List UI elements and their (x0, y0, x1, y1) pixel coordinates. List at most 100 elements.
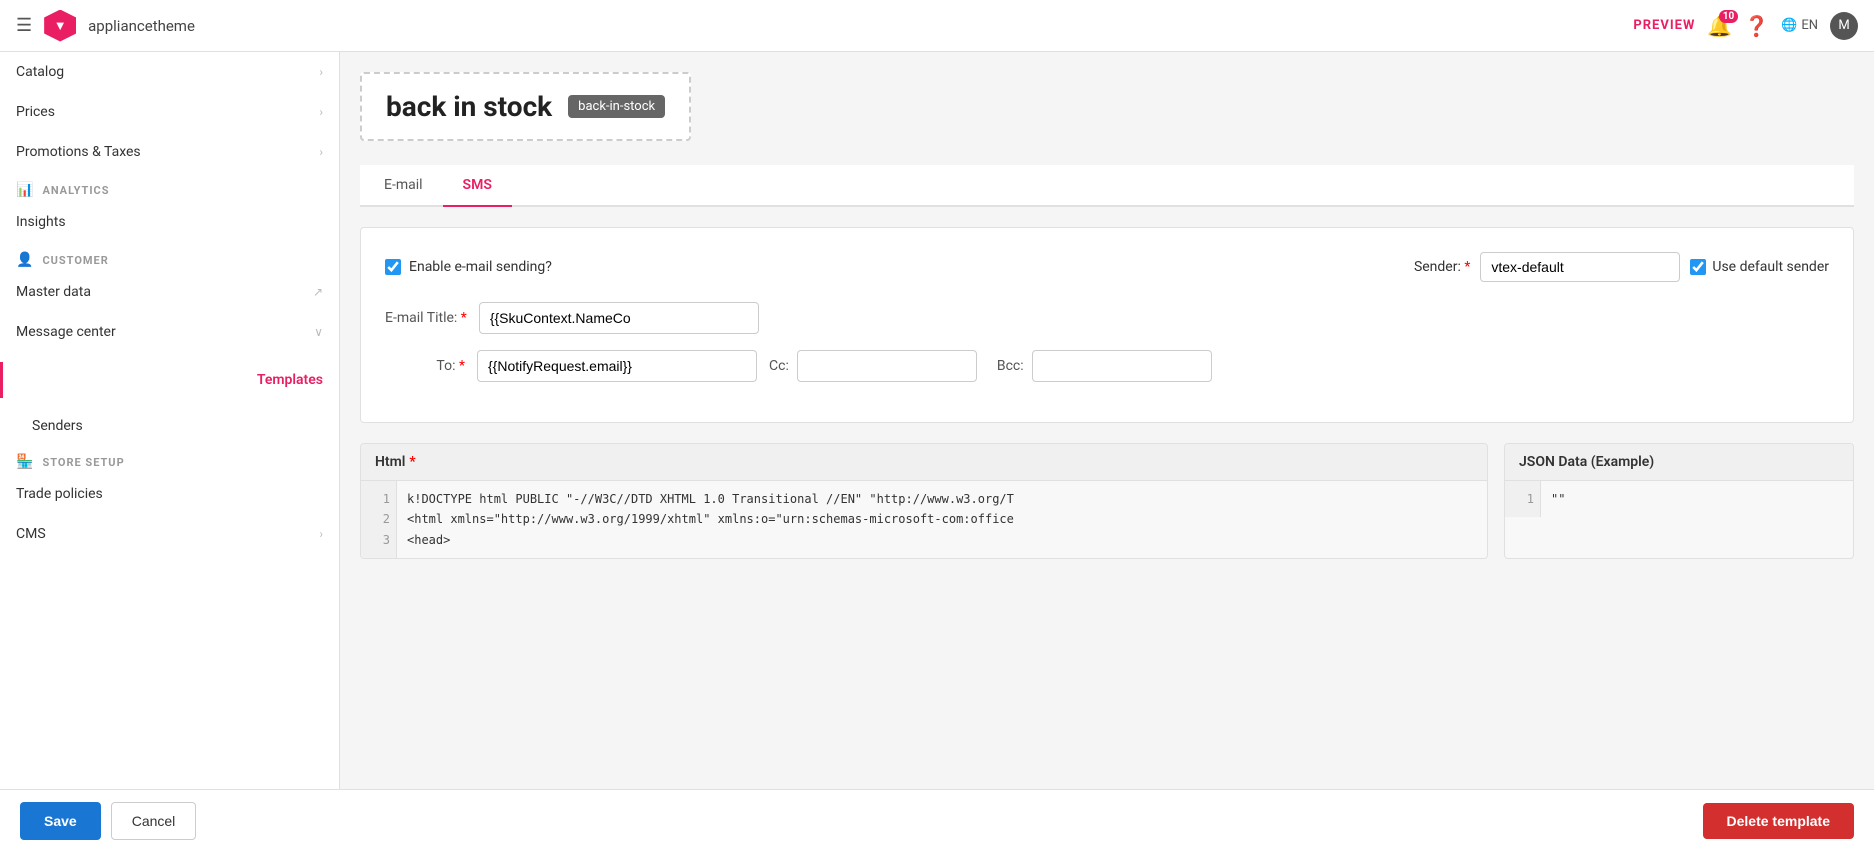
enable-email-checkbox[interactable] (385, 259, 401, 275)
sidebar-item-trade-policies[interactable]: Trade policies (0, 474, 339, 514)
to-label: To: * (385, 358, 465, 374)
code-line-2: <html xmlns="http://www.w3.org/1999/xhtm… (407, 509, 1014, 529)
enable-email-label: Enable e-mail sending? (409, 259, 552, 275)
use-default-label: Use default sender (1712, 259, 1829, 275)
sidebar-item-catalog[interactable]: Catalog › (0, 52, 339, 92)
bottom-left-actions: Save Cancel (20, 802, 196, 840)
customer-section: 👤 CUSTOMER (0, 242, 339, 272)
main-content: back in stock back-in-stock E-mail SMS E… (340, 52, 1874, 789)
logo-icon: ▼ (44, 10, 76, 42)
chevron-right-icon: › (319, 145, 323, 159)
bcc-group: Bcc: (997, 350, 1212, 382)
external-link-icon: ↗ (313, 285, 323, 299)
chevron-right-icon: › (319, 105, 323, 119)
customer-label: CUSTOMER (42, 254, 108, 267)
sender-required: * (1464, 259, 1470, 275)
store-icon: 🏪 (16, 454, 34, 470)
analytics-section: 📊 ANALYTICS (0, 172, 339, 202)
sidebar-label-templates: Templates (257, 372, 323, 388)
sender-select[interactable]: vtex-default (1480, 252, 1680, 282)
channel-tabs: E-mail SMS (360, 165, 1854, 207)
language-selector[interactable]: 🌐 EN (1781, 18, 1818, 33)
sidebar-item-insights[interactable]: Insights (0, 202, 339, 242)
bar-chart-icon: 📊 (16, 182, 34, 198)
json-content[interactable]: "" (1541, 481, 1575, 517)
sidebar-item-master-data[interactable]: Master data ↗ (0, 272, 339, 312)
preview-button[interactable]: PREVIEW (1633, 18, 1695, 33)
sidebar-label-message-center: Message center (16, 324, 116, 340)
template-badge: back-in-stock (568, 95, 665, 118)
sidebar-item-cms[interactable]: CMS › (0, 514, 339, 554)
chevron-right-icon: › (319, 65, 323, 79)
cc-group: Cc: (769, 350, 977, 382)
sidebar-item-promotions-taxes[interactable]: Promotions & Taxes › (0, 132, 339, 172)
code-line-1: k!DOCTYPE html PUBLIC "-//W3C//DTD XHTML… (407, 489, 1014, 509)
delete-template-button[interactable]: Delete template (1703, 803, 1854, 839)
use-default-checkbox-label[interactable]: Use default sender (1690, 259, 1829, 275)
sender-group: Sender: * vtex-default Use default sende… (1414, 252, 1829, 282)
enable-email-checkbox-label[interactable]: Enable e-mail sending? (385, 259, 552, 275)
sidebar-label-catalog: Catalog (16, 64, 64, 80)
html-content[interactable]: k!DOCTYPE html PUBLIC "-//W3C//DTD XHTML… (397, 481, 1024, 558)
email-title-input[interactable] (479, 302, 759, 334)
sidebar-label-cms: CMS (16, 526, 46, 542)
json-panel-header: JSON Data (Example) (1505, 444, 1853, 481)
bcc-label: Bcc: (997, 358, 1024, 374)
notification-badge: 10 (1719, 10, 1738, 23)
to-input[interactable] (477, 350, 757, 382)
sidebar-label-promotions-taxes: Promotions & Taxes (16, 144, 141, 160)
template-title: back in stock (386, 90, 552, 123)
html-required-star: * (409, 454, 415, 470)
sidebar-label-insights: Insights (16, 214, 66, 230)
cc-label: Cc: (769, 358, 789, 374)
tab-email[interactable]: E-mail (364, 165, 443, 207)
bottom-bar: Save Cancel Delete template (0, 789, 1874, 852)
html-panel-header: Html * (361, 444, 1487, 481)
sidebar-label-master-data: Master data (16, 284, 91, 300)
template-header: back in stock back-in-stock (360, 72, 691, 141)
store-setup-section: 🏪 STORE SETUP (0, 444, 339, 474)
lang-label: EN (1801, 18, 1818, 33)
html-editor[interactable]: 1 2 3 k!DOCTYPE html PUBLIC "-//W3C//DTD… (361, 481, 1487, 558)
sidebar-item-message-center[interactable]: Message center ∨ (0, 312, 339, 352)
email-settings-card: Enable e-mail sending? Sender: * vtex-de… (360, 227, 1854, 423)
bcc-input[interactable] (1032, 350, 1212, 382)
menu-icon[interactable]: ☰ (16, 15, 32, 36)
json-line-numbers: 1 (1505, 481, 1541, 517)
code-line-3: <head> (407, 530, 1014, 550)
json-panel: JSON Data (Example) 1 "" (1504, 443, 1854, 559)
store-setup-label: STORE SETUP (42, 456, 124, 469)
notifications-button[interactable]: 🔔 10 (1707, 14, 1732, 38)
cc-bcc-row: Cc: Bcc: (769, 350, 1212, 382)
help-icon[interactable]: ❓ (1744, 14, 1769, 38)
html-panel: Html * 1 2 3 k!DOCTYPE html PUBLIC "-//W… (360, 443, 1488, 559)
cc-input[interactable] (797, 350, 977, 382)
sidebar-item-prices[interactable]: Prices › (0, 92, 339, 132)
code-section: Html * 1 2 3 k!DOCTYPE html PUBLIC "-//W… (360, 443, 1854, 559)
line-numbers: 1 2 3 (361, 481, 397, 558)
json-line-1: "" (1551, 489, 1565, 509)
save-button[interactable]: Save (20, 802, 101, 840)
sender-label: Sender: * (1414, 259, 1470, 275)
sidebar-item-templates[interactable]: Templates (0, 352, 339, 408)
chevron-down-icon: ∨ (314, 325, 323, 339)
globe-icon: 🌐 (1781, 18, 1797, 33)
sidebar-label-senders: Senders (32, 418, 83, 434)
sidebar-label-trade-policies: Trade policies (16, 486, 103, 502)
use-default-checkbox[interactable] (1690, 259, 1706, 275)
cancel-button[interactable]: Cancel (111, 802, 197, 840)
sidebar-item-senders[interactable]: Senders (0, 408, 339, 444)
tab-sms[interactable]: SMS (443, 165, 512, 207)
email-title-label: E-mail Title: * (385, 310, 467, 326)
topbar: ☰ ▼ appliancetheme PREVIEW 🔔 10 ❓ 🌐 EN M (0, 0, 1874, 52)
app-name: appliancetheme (88, 17, 1621, 35)
analytics-label: ANALYTICS (42, 184, 109, 197)
sidebar-label-prices: Prices (16, 104, 55, 120)
chevron-right-icon: › (319, 527, 323, 541)
person-icon: 👤 (16, 252, 34, 268)
avatar[interactable]: M (1830, 12, 1858, 40)
to-field-row: To: * Cc: Bcc: (385, 350, 1829, 382)
sidebar: Catalog › Prices › Promotions & Taxes › … (0, 52, 340, 789)
json-editor[interactable]: 1 "" (1505, 481, 1853, 517)
email-title-row: E-mail Title: * (385, 302, 1829, 334)
